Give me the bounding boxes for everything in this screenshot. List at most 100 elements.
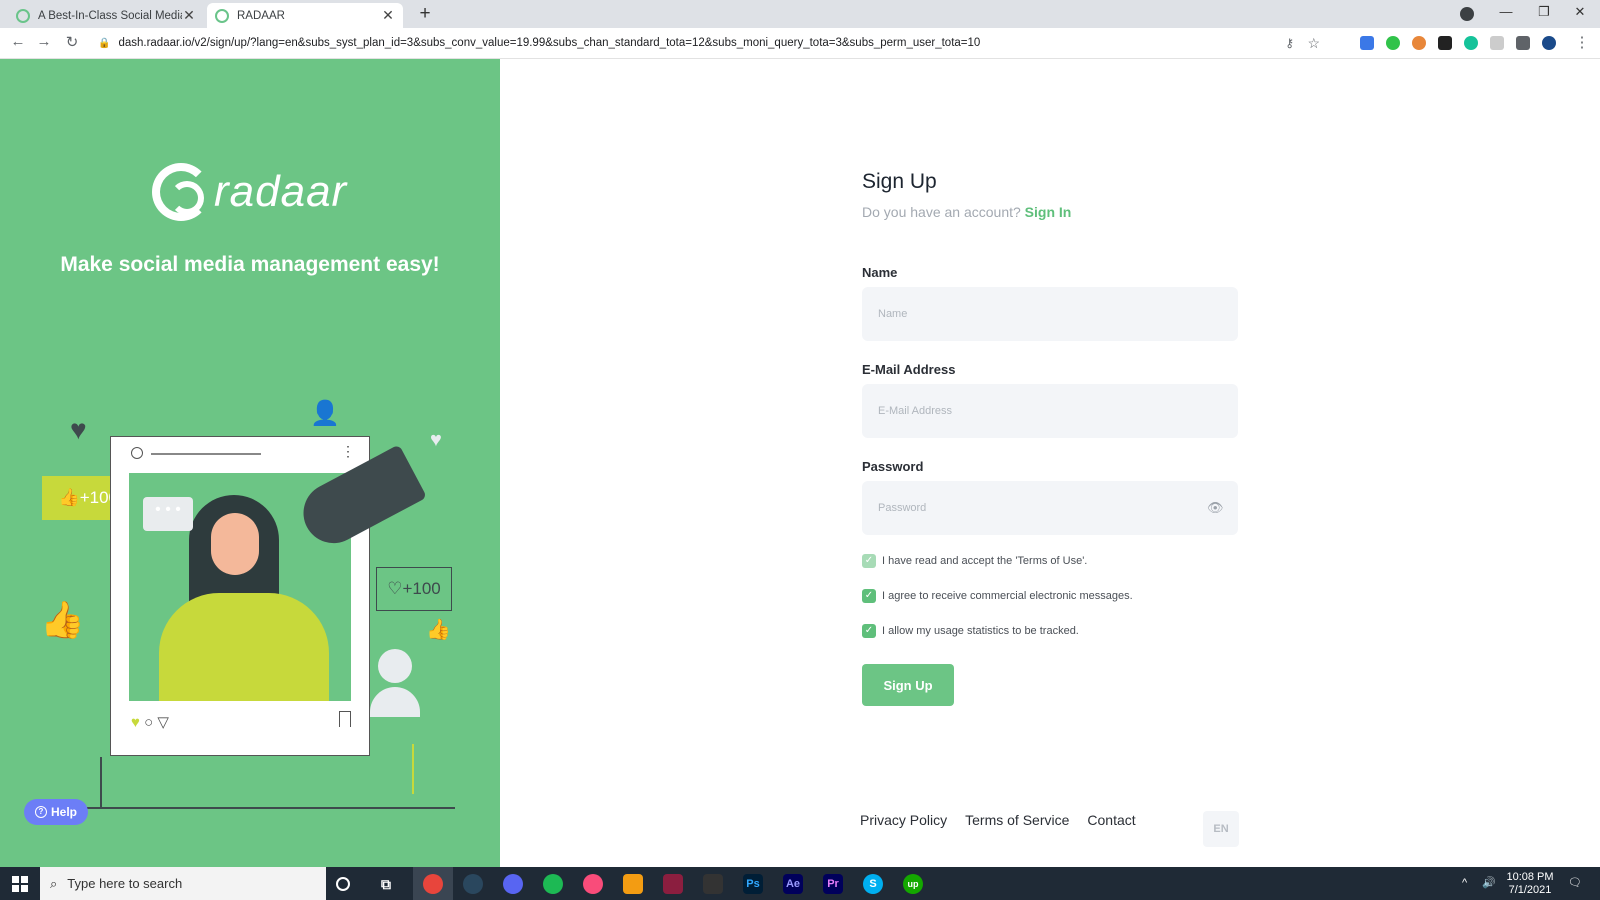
search-icon: ⌕	[50, 875, 58, 891]
minimize-icon[interactable]: —	[1496, 4, 1516, 19]
user-silhouette-icon	[370, 649, 420, 719]
plant-icon	[412, 744, 422, 794]
skype-icon[interactable]: S	[863, 874, 883, 894]
clock[interactable]: 10:08 PM 7/1/2021	[1500, 871, 1560, 897]
grammarly-icon[interactable]	[1464, 36, 1478, 50]
signup-button[interactable]: Sign Up	[862, 664, 954, 706]
steam-icon[interactable]	[463, 874, 483, 894]
key-icon[interactable]: ⚷	[1285, 36, 1294, 50]
discord-icon[interactable]	[503, 874, 523, 894]
email-field[interactable]	[862, 384, 1238, 438]
marketing-checkbox-row[interactable]: ✓ I agree to receive commercial electron…	[862, 589, 1133, 603]
chrome-icon[interactable]	[423, 874, 443, 894]
shield-icon[interactable]	[1490, 36, 1504, 50]
url-text: dash.radaar.io/v2/sign/up/?lang=en&subs_…	[118, 37, 981, 49]
question-icon: ?	[34, 806, 47, 818]
epic-games-icon[interactable]	[703, 874, 723, 894]
help-button[interactable]: ? Help	[24, 799, 88, 825]
terms-of-service-link[interactable]: Terms of Service	[965, 812, 1069, 828]
premiere-icon[interactable]: Pr	[823, 874, 843, 894]
extension-icon[interactable]	[1360, 36, 1374, 50]
contact-link[interactable]: Contact	[1087, 812, 1135, 828]
woman-body	[159, 593, 329, 701]
new-tab-button[interactable]: +	[414, 3, 436, 25]
browser-tab-1[interactable]: A Best-In-Class Social Media Man ✕	[8, 3, 204, 28]
after-effects-icon[interactable]: Ae	[783, 874, 803, 894]
show-password-icon[interactable]: 👁	[1207, 500, 1224, 516]
taskbar-search-placeholder: Type here to search	[67, 876, 183, 891]
checkbox-label: I agree to receive commercial electronic…	[882, 590, 1133, 602]
app-icon[interactable]	[663, 874, 683, 894]
checkbox-icon[interactable]: ✓	[862, 554, 876, 568]
windows-start-icon[interactable]	[12, 876, 28, 892]
menu-kebab-icon[interactable]: ⋮	[1572, 33, 1592, 51]
window-close-icon[interactable]: ✕	[1570, 4, 1590, 20]
send-icon: ▽	[157, 714, 169, 731]
thumbs-up-icon: 👍	[426, 619, 451, 641]
tab-title: RADAAR	[237, 9, 285, 22]
close-icon[interactable]: ✕	[381, 7, 395, 24]
tab-title: A Best-In-Class Social Media Man	[38, 9, 182, 22]
thumbs-up-icon: 👍	[40, 599, 85, 640]
photoshop-icon[interactable]: Ps	[743, 874, 763, 894]
bookmark-icon	[339, 711, 351, 727]
signup-form: Sign Up Do you have an account? Sign In …	[862, 170, 1238, 706]
radaar-logo: radaar	[152, 163, 347, 221]
user-icon: 👤	[310, 400, 340, 427]
checkbox-icon[interactable]: ✓	[862, 624, 876, 638]
tagline: Make social media management easy!	[60, 253, 440, 276]
avatar[interactable]	[1542, 36, 1556, 50]
cortana-icon[interactable]	[336, 877, 350, 891]
url-field[interactable]: 🔒 dash.radaar.io/v2/sign/up/?lang=en&sub…	[92, 31, 1332, 55]
post-actions: ♥ ○ ▽	[131, 713, 169, 731]
forward-icon[interactable]: →	[34, 33, 54, 50]
checkbox-icon[interactable]: ✓	[862, 589, 876, 603]
footer-links: Privacy Policy Terms of Service Contact	[860, 812, 1136, 828]
extension-icon[interactable]	[1438, 36, 1452, 50]
hero-illustration: ♥ 👤 ♥ 👍+100 ⋮ • • • ♥ ○ ▽ ♡+100 👍 👍	[40, 399, 470, 819]
terms-checkbox-row[interactable]: ✓ I have read and accept the 'Terms of U…	[862, 554, 1087, 568]
password-field[interactable]	[862, 481, 1238, 535]
comment-icon: ○	[144, 714, 154, 731]
close-icon[interactable]: ✕	[182, 7, 196, 24]
restore-icon[interactable]: ❐	[1534, 4, 1554, 20]
volume-icon[interactable]: 🔊	[1482, 877, 1496, 890]
tab-search-icon[interactable]	[1460, 7, 1474, 21]
clock-date: 7/1/2021	[1508, 884, 1552, 896]
tab-favicon-icon	[215, 8, 229, 23]
heart-count: +100	[402, 579, 441, 598]
name-field[interactable]	[862, 287, 1238, 341]
plant-icon	[100, 757, 110, 807]
signin-question: Do you have an account?	[862, 204, 1021, 220]
language-selector[interactable]: EN	[1203, 811, 1239, 847]
task-view-icon[interactable]: ⧉	[376, 874, 396, 894]
brand-panel: radaar Make social media management easy…	[0, 59, 500, 867]
extension-icon[interactable]	[1412, 36, 1426, 50]
taskbar-search[interactable]: ⌕ Type here to search	[40, 867, 326, 900]
post-avatar-icon	[131, 447, 143, 459]
vlc-icon[interactable]	[623, 874, 643, 894]
bookmark-star-icon[interactable]: ☆	[1307, 35, 1320, 52]
signin-prompt: Do you have an account? Sign In	[862, 204, 1238, 220]
reload-icon[interactable]: ↻	[62, 33, 82, 51]
puzzle-icon[interactable]	[1516, 36, 1530, 50]
tracking-checkbox-row[interactable]: ✓ I allow my usage statistics to be trac…	[862, 624, 1079, 638]
heart-icon: ♥	[70, 414, 87, 445]
privacy-policy-link[interactable]: Privacy Policy	[860, 812, 947, 828]
extension-icon[interactable]	[1386, 36, 1400, 50]
spotify-icon[interactable]	[543, 874, 563, 894]
tray-chevron-icon[interactable]: ^	[1462, 877, 1467, 890]
password-label: Password	[862, 459, 924, 474]
upwork-icon[interactable]: up	[903, 874, 923, 894]
clock-time: 10:08 PM	[1506, 871, 1554, 883]
back-icon[interactable]: ←	[8, 33, 28, 50]
checkbox-label: I allow my usage statistics to be tracke…	[882, 625, 1079, 637]
browser-tab-2[interactable]: RADAAR ✕	[207, 3, 403, 28]
address-bar-row: ← → ↻ 🔒 dash.radaar.io/v2/sign/up/?lang=…	[0, 28, 1600, 59]
signin-link[interactable]: Sign In	[1025, 204, 1072, 220]
checkbox-label: I have read and accept the 'Terms of Use…	[882, 555, 1088, 567]
lock-icon: 🔒	[98, 37, 111, 49]
itunes-icon[interactable]	[583, 874, 603, 894]
woman-face	[211, 513, 259, 575]
notification-icon[interactable]: 🗨	[1568, 877, 1582, 890]
